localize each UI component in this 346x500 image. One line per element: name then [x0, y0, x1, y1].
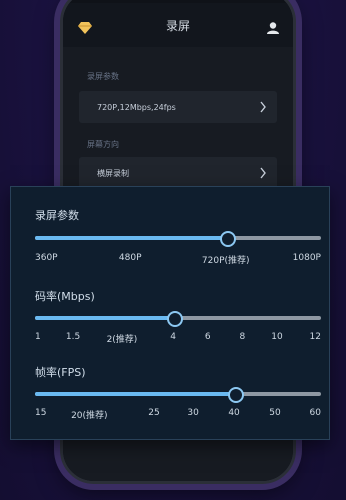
slider-thumb[interactable] — [219, 231, 236, 247]
tick-label[interactable]: 30 — [187, 408, 198, 418]
tick-label[interactable]: 12 — [310, 332, 321, 342]
tick-label[interactable]: 720P(推荐) — [202, 253, 250, 266]
orientation-row-value: 横屏录制 — [97, 168, 129, 178]
chevron-right-icon — [260, 167, 266, 179]
chevron-right-icon — [260, 101, 266, 113]
gem-icon[interactable] — [77, 21, 93, 35]
tick-label[interactable]: 1080P — [293, 253, 321, 263]
tick-label[interactable]: 1.5 — [66, 332, 80, 342]
resolution-title: 录屏参数 — [35, 209, 79, 222]
tick-label[interactable]: 6 — [205, 332, 211, 342]
framerate-title: 帧率(FPS) — [35, 366, 86, 379]
slider-fill — [35, 316, 174, 320]
tick-label[interactable]: 2(推荐) — [107, 332, 138, 345]
slider-thumb[interactable] — [228, 387, 245, 403]
framerate-slider[interactable] — [35, 386, 321, 403]
bitrate-ticks: 1 1.5 2(推荐) 4 6 8 10 12 — [35, 332, 321, 346]
framerate-ticks: 15 20(推荐) 25 30 40 50 60 — [35, 408, 321, 422]
resolution-ticks: 360P 480P 720P(推荐) 1080P — [35, 253, 321, 267]
section-label-orientation: 屏幕方向 — [87, 140, 119, 149]
bitrate-title: 码率(Mbps) — [35, 290, 95, 303]
tick-label[interactable]: 40 — [228, 408, 239, 418]
tick-label[interactable]: 50 — [269, 408, 280, 418]
slider-fill — [35, 392, 235, 396]
bitrate-slider[interactable] — [35, 310, 321, 327]
slider-thumb[interactable] — [167, 311, 184, 327]
params-row-value: 720P,12Mbps,24fps — [97, 102, 176, 112]
tick-label[interactable]: 15 — [35, 408, 46, 418]
user-switch-icon[interactable] — [265, 21, 281, 35]
resolution-slider[interactable] — [35, 230, 321, 247]
tick-label[interactable]: 20(推荐) — [71, 408, 107, 421]
app-title: 录屏 — [165, 18, 190, 33]
tick-label[interactable]: 480P — [119, 253, 142, 263]
slider-fill — [35, 236, 226, 240]
app-bar: 录屏 — [63, 3, 293, 47]
settings-panel: 录屏参数 360P 480P 720P(推荐) 1080P 码率(Mbps) 1… — [10, 186, 330, 440]
tick-label[interactable]: 60 — [310, 408, 321, 418]
section-label-params: 录屏参数 — [87, 72, 119, 81]
tick-label[interactable]: 360P — [35, 253, 58, 263]
tick-label[interactable]: 25 — [148, 408, 159, 418]
tick-label[interactable]: 4 — [170, 332, 176, 342]
orientation-row[interactable]: 横屏录制 — [79, 157, 277, 189]
params-row[interactable]: 720P,12Mbps,24fps — [79, 91, 277, 123]
tick-label[interactable]: 1 — [35, 332, 41, 342]
tick-label[interactable]: 8 — [239, 332, 245, 342]
tick-label[interactable]: 10 — [271, 332, 282, 342]
